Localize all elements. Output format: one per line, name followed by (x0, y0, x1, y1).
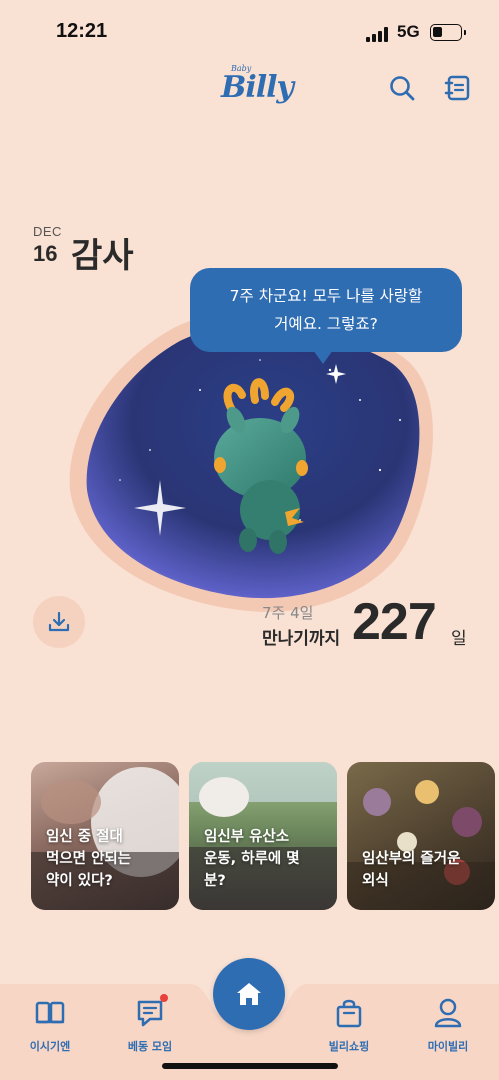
person-icon (434, 998, 462, 1028)
home-icon (237, 983, 261, 1005)
notification-dot (160, 994, 168, 1002)
nav-item-this-period[interactable]: 이시기엔 (10, 996, 90, 1054)
card-title-line: 분? (204, 873, 226, 889)
nav-item-community[interactable]: 베동 모임 (110, 996, 190, 1054)
home-button[interactable] (213, 958, 285, 1030)
nav-label: 빌리쇼핑 (328, 1040, 370, 1053)
notebook-icon[interactable] (444, 74, 472, 102)
app-logo: Baby Billy (218, 64, 294, 114)
article-card[interactable]: 임신부 유산소 운동, 하루에 몇 분? (189, 762, 337, 910)
nav-item-my-page[interactable]: 마이빌리 (408, 996, 488, 1054)
signal-icon (366, 26, 390, 42)
network-label: 5G (397, 22, 420, 41)
card-title: 임신부 유산소 운동, 하루에 몇 분? (204, 826, 327, 892)
speech-bubble: 7주 차군요! 모두 나를 사랑할 거예요. 그렇죠? (190, 268, 462, 352)
card-title-line: 외식 (362, 873, 389, 889)
card-title-line: 임산부의 즐거운 (362, 851, 461, 867)
speech-bubble-tail (313, 350, 333, 364)
days-unit: 일 (451, 629, 467, 649)
download-button[interactable] (33, 596, 85, 648)
shopping-bag-icon (336, 999, 362, 1028)
card-title-line: 약이 있다? (46, 873, 113, 889)
nav-label: 이시기엔 (29, 1040, 71, 1053)
card-title: 임신 중 절대 먹으면 안되는 약이 있다? (46, 826, 169, 892)
home-indicator (162, 1063, 338, 1069)
date-month: DEC (33, 224, 62, 239)
card-title: 임산부의 즐거운 외식 (362, 848, 485, 892)
book-icon (35, 1001, 65, 1024)
article-card[interactable]: 임산부의 즐거운 외식 (347, 762, 495, 910)
nav-label: 마이빌리 (427, 1040, 469, 1053)
nav-item-shopping[interactable]: 빌리쇼핑 (309, 996, 389, 1054)
until-label: 만나기까지 (262, 629, 341, 649)
download-icon (48, 611, 70, 632)
week-label: 7주 4일 (262, 604, 314, 622)
battery-icon (430, 24, 466, 41)
card-title-line: 임신부 유산소 (204, 829, 290, 845)
bubble-line-2: 거예요. 그렇죠? (274, 315, 378, 333)
date-day: 16 (33, 241, 58, 266)
date-title: 감사 (71, 236, 134, 276)
card-title-line: 먹으면 안되는 (46, 851, 132, 867)
article-card[interactable]: 임신 중 절대 먹으면 안되는 약이 있다? (31, 762, 179, 910)
days-count: 227 (352, 593, 437, 651)
card-title-line: 임신 중 절대 (46, 829, 123, 845)
card-title-line: 운동, 하루에 몇 (204, 851, 300, 867)
search-icon[interactable] (388, 74, 416, 102)
logo-main-text: Billy (221, 70, 294, 105)
status-bar: 12:21 5G (0, 0, 499, 64)
bubble-line-1: 7주 차군요! 모두 나를 사랑할 (229, 287, 423, 305)
status-time: 12:21 (56, 20, 108, 42)
nav-label: 베동 모임 (127, 1040, 173, 1053)
